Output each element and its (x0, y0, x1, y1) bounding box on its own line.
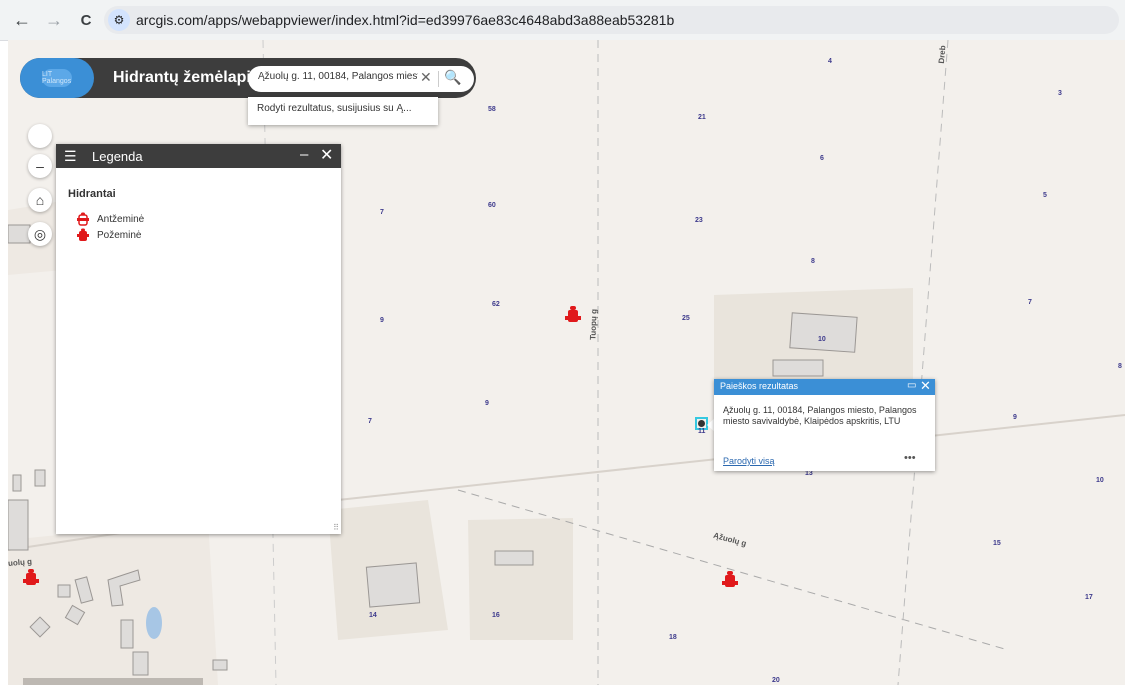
house-number: 7 (380, 209, 384, 216)
building (12, 474, 22, 492)
close-icon[interactable]: ✕ (920, 378, 931, 394)
pond (146, 607, 162, 639)
house-number: 10 (818, 336, 826, 343)
house-number: 5 (1043, 192, 1047, 199)
house-number: 8 (1118, 363, 1122, 370)
minimize-button[interactable]: – (300, 146, 308, 163)
parcel (468, 518, 573, 640)
building (120, 619, 134, 649)
menu-icon[interactable]: ☰ (64, 148, 77, 165)
house-number: 13 (805, 470, 813, 477)
house-number: 10 (1096, 477, 1104, 484)
legend-group-label: Hidrantai (68, 188, 116, 200)
house-number: 58 (488, 106, 496, 113)
house-number: 8 (811, 258, 815, 265)
home-icon[interactable]: ⌂ (28, 188, 52, 212)
hydrant-underground-icon (77, 228, 89, 241)
close-button[interactable]: ✕ (320, 145, 333, 165)
building (8, 499, 29, 551)
house-number: 18 (669, 634, 677, 641)
building (34, 469, 46, 487)
house-number: 20 (772, 677, 780, 684)
house-number: 15 (993, 540, 1001, 547)
legend-item: Antžeminė (76, 212, 144, 226)
zoom-out-button[interactable]: – (28, 154, 52, 178)
house-number: 25 (682, 315, 690, 322)
zoom-in-button[interactable] (28, 124, 52, 148)
hydrant-underground-icon (722, 571, 738, 587)
search-divider (438, 71, 439, 87)
building (212, 659, 228, 671)
house-number: 6 (820, 155, 824, 162)
reload-icon[interactable]: C (74, 8, 98, 32)
house-number: 23 (695, 217, 703, 224)
house-number: 9 (380, 317, 384, 324)
resize-handle-icon[interactable]: ⠿ (333, 523, 339, 532)
url-text[interactable]: arcgis.com/apps/webappviewer/index.html?… (136, 12, 674, 28)
clear-icon[interactable]: ✕ (420, 69, 432, 86)
search-icon[interactable]: 🔍 (444, 69, 461, 86)
building (365, 562, 421, 608)
site-info-icon[interactable]: ⚙ (108, 9, 130, 31)
house-number: 60 (488, 202, 496, 209)
building (132, 651, 149, 676)
browser-toolbar: ← → C ⚙ arcgis.com/apps/webappviewer/ind… (0, 0, 1125, 41)
house-number: 17 (1085, 594, 1093, 601)
search-box: ✕ 🔍 (248, 66, 474, 92)
hydrant-above-ground-icon (77, 212, 89, 226)
building (57, 584, 71, 598)
building (789, 312, 858, 353)
house-number: 3 (1058, 90, 1062, 97)
house-number: 11 (698, 428, 706, 435)
building (772, 359, 824, 377)
street-label: Tuopų g (588, 308, 599, 341)
building (8, 224, 31, 244)
legend-title: Legenda (92, 149, 143, 164)
legend-item: Požeminė (76, 228, 141, 242)
legend-item-label: Antžeminė (97, 213, 145, 225)
popup-title: Paieškos rezultatas (720, 381, 799, 391)
legend-item-label: Požeminė (97, 229, 142, 241)
more-options-icon[interactable]: ••• (904, 452, 916, 464)
street-label: Dreb (936, 45, 948, 64)
legend-panel: ☰ Legenda – ✕ Hidrantai Antžeminė Požemi… (56, 144, 341, 534)
search-suggestion[interactable]: Rodyti rezultatus, susijusius su Ą... (248, 97, 438, 125)
legend-header: ☰ Legenda – ✕ (56, 144, 341, 168)
house-number: 14 (369, 612, 377, 619)
house-number: 21 (698, 114, 706, 121)
search-result-marker (698, 420, 705, 427)
search-input[interactable] (258, 71, 418, 82)
building (494, 550, 534, 566)
logo-text: LIT Palangos (42, 69, 72, 87)
search-result-popup: Paieškos rezultatas ▭ ✕ Ąžuolų g. 11, 00… (714, 378, 935, 471)
house-number: 9 (1013, 414, 1017, 421)
house-number: 16 (492, 612, 500, 619)
locate-icon[interactable]: ◎ (28, 222, 52, 246)
app-logo[interactable]: LIT Palangos (20, 58, 94, 98)
back-icon[interactable]: ← (10, 8, 34, 32)
hydrant-underground-icon (565, 306, 581, 322)
house-number: 9 (485, 400, 489, 407)
house-number: 7 (368, 418, 372, 425)
forward-icon[interactable]: → (42, 8, 66, 32)
house-number: 62 (492, 301, 500, 308)
popup-address: Ąžuolų g. 11, 00184, Palangos miesto, Pa… (723, 405, 917, 426)
popup-header: Paieškos rezultatas ▭ ✕ (714, 378, 935, 395)
house-number: 7 (1028, 299, 1032, 306)
scale-bar (23, 678, 203, 685)
house-number: 4 (828, 58, 832, 65)
app-title: Hidrantų žemėlapis (113, 69, 260, 86)
maximize-icon[interactable]: ▭ (907, 380, 916, 391)
address-bar[interactable]: ⚙ arcgis.com/apps/webappviewer/index.htm… (104, 6, 1119, 34)
show-all-link[interactable]: Parodyti visą (723, 456, 775, 466)
